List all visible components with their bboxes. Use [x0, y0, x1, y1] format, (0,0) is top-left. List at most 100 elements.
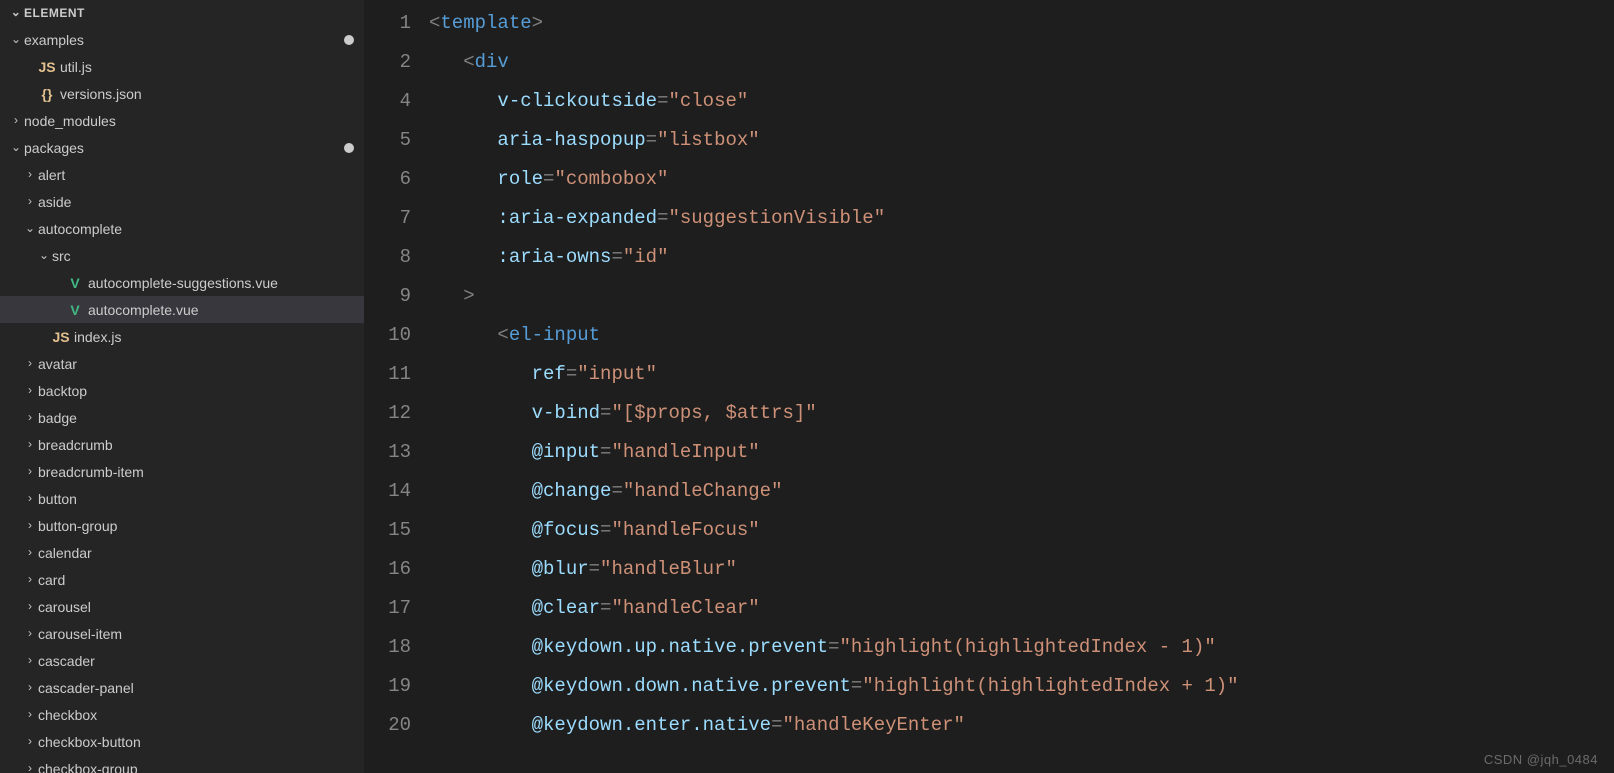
tree-item[interactable]: ›calendar [0, 539, 364, 566]
token-punc: = [828, 636, 839, 658]
token-str: "listbox" [657, 129, 760, 151]
code-line[interactable]: :aria-owns="id" [429, 238, 1614, 277]
tree-item-label: packages [24, 140, 344, 156]
tree-item[interactable]: ⌄packages [0, 134, 364, 161]
chevron-right-icon: › [22, 356, 38, 370]
token-punc: < [497, 324, 508, 346]
token-attr: @blur [532, 558, 589, 580]
tree-item-label: aside [38, 194, 364, 210]
tree-item[interactable]: ›checkbox [0, 701, 364, 728]
line-number: 7 [364, 199, 411, 238]
tree-item[interactable]: ›breadcrumb-item [0, 458, 364, 485]
tree-item[interactable]: ›checkbox-button [0, 728, 364, 755]
code-line[interactable]: <div [429, 43, 1614, 82]
token-attr: v-clickoutside [497, 90, 657, 112]
token-punc: > [463, 285, 474, 307]
code-line[interactable]: @input="handleInput" [429, 433, 1614, 472]
modified-indicator-icon [344, 143, 354, 153]
token-punc: = [657, 90, 668, 112]
file-tree[interactable]: ⌄examples·JSutil.js·{}versions.json›node… [0, 26, 364, 773]
code-line[interactable]: > [429, 277, 1614, 316]
chevron-right-icon: › [22, 707, 38, 721]
code-line[interactable]: role="combobox" [429, 160, 1614, 199]
code-line[interactable]: v-clickoutside="close" [429, 82, 1614, 121]
line-number: 6 [364, 160, 411, 199]
vue-file-icon: V [66, 275, 84, 291]
code-line[interactable]: ref="input" [429, 355, 1614, 394]
token-attr: @keydown.down.native.prevent [532, 675, 851, 697]
tree-item[interactable]: ·Vautocomplete-suggestions.vue [0, 269, 364, 296]
chevron-right-icon: › [22, 599, 38, 613]
tree-item[interactable]: ›breadcrumb [0, 431, 364, 458]
tree-item[interactable]: ·Vautocomplete.vue [0, 296, 364, 323]
token-str: "input" [577, 363, 657, 385]
token-attr: :aria-owns [497, 246, 611, 268]
line-number: 15 [364, 511, 411, 550]
tree-item[interactable]: ›card [0, 566, 364, 593]
token-attr: v-bind [532, 402, 600, 424]
code-line[interactable]: :aria-expanded="suggestionVisible" [429, 199, 1614, 238]
tree-item-label: card [38, 572, 364, 588]
line-number: 11 [364, 355, 411, 394]
tree-item-label: util.js [60, 59, 364, 75]
token-punc: = [657, 207, 668, 229]
code-line[interactable]: @keydown.down.native.prevent="highlight(… [429, 667, 1614, 706]
chevron-right-icon: › [22, 194, 38, 208]
token-attr: :aria-expanded [497, 207, 657, 229]
tree-item[interactable]: ›alert [0, 161, 364, 188]
tree-item[interactable]: ›checkbox-group [0, 755, 364, 773]
code-line[interactable]: @blur="handleBlur" [429, 550, 1614, 589]
tree-item[interactable]: ›cascader [0, 647, 364, 674]
tree-item[interactable]: ›badge [0, 404, 364, 431]
token-punc: = [600, 402, 611, 424]
tree-item[interactable]: ›avatar [0, 350, 364, 377]
tree-item[interactable]: ›backtop [0, 377, 364, 404]
tree-item-label: carousel-item [38, 626, 364, 642]
tree-item[interactable]: ›button-group [0, 512, 364, 539]
chevron-right-icon: › [22, 626, 38, 640]
token-punc: = [771, 714, 782, 736]
code-line[interactable]: <template> [429, 4, 1614, 43]
chevron-right-icon: › [22, 734, 38, 748]
chevron-right-icon: › [22, 680, 38, 694]
tree-item[interactable]: ⌄autocomplete [0, 215, 364, 242]
code-line[interactable]: <el-input [429, 316, 1614, 355]
token-punc: = [543, 168, 554, 190]
tree-item[interactable]: ›aside [0, 188, 364, 215]
tree-item[interactable]: ›cascader-panel [0, 674, 364, 701]
tree-item-label: cascader-panel [38, 680, 364, 696]
code-line[interactable]: @keydown.enter.native="handleKeyEnter" [429, 706, 1614, 745]
tree-item[interactable]: ›node_modules [0, 107, 364, 134]
tree-item-label: breadcrumb [38, 437, 364, 453]
code-line[interactable]: @keydown.up.native.prevent="highlight(hi… [429, 628, 1614, 667]
tree-item[interactable]: ⌄src [0, 242, 364, 269]
code-editor[interactable]: 124567891011121314151617181920 <template… [364, 0, 1614, 773]
tree-item[interactable]: ·{}versions.json [0, 80, 364, 107]
token-str: "close" [668, 90, 748, 112]
chevron-right-icon: › [22, 491, 38, 505]
tree-item[interactable]: ·JSutil.js [0, 53, 364, 80]
chevron-right-icon: › [22, 545, 38, 559]
code-content[interactable]: <template> <div v-clickoutside="close" a… [429, 0, 1614, 773]
tree-item[interactable]: ›button [0, 485, 364, 512]
code-line[interactable]: aria-haspopup="listbox" [429, 121, 1614, 160]
line-number: 10 [364, 316, 411, 355]
explorer-section-label: ELEMENT [24, 6, 85, 20]
tree-item[interactable]: ›carousel-item [0, 620, 364, 647]
token-tag: template [440, 12, 531, 34]
tree-item[interactable]: ⌄examples [0, 26, 364, 53]
token-attr: role [497, 168, 543, 190]
tree-item[interactable]: ›carousel [0, 593, 364, 620]
token-str: "handleKeyEnter" [782, 714, 964, 736]
token-punc: = [566, 363, 577, 385]
tree-item-label: autocomplete.vue [88, 302, 364, 318]
code-line[interactable]: @clear="handleClear" [429, 589, 1614, 628]
code-line[interactable]: @change="handleChange" [429, 472, 1614, 511]
tree-item[interactable]: ·JSindex.js [0, 323, 364, 350]
chevron-right-icon: › [8, 113, 24, 127]
code-line[interactable]: v-bind="[$props, $attrs]" [429, 394, 1614, 433]
tree-item-label: checkbox-group [38, 761, 364, 773]
code-line[interactable]: @focus="handleFocus" [429, 511, 1614, 550]
explorer-section-header[interactable]: ⌄ ELEMENT [0, 0, 364, 26]
js-file-icon: JS [52, 329, 70, 345]
